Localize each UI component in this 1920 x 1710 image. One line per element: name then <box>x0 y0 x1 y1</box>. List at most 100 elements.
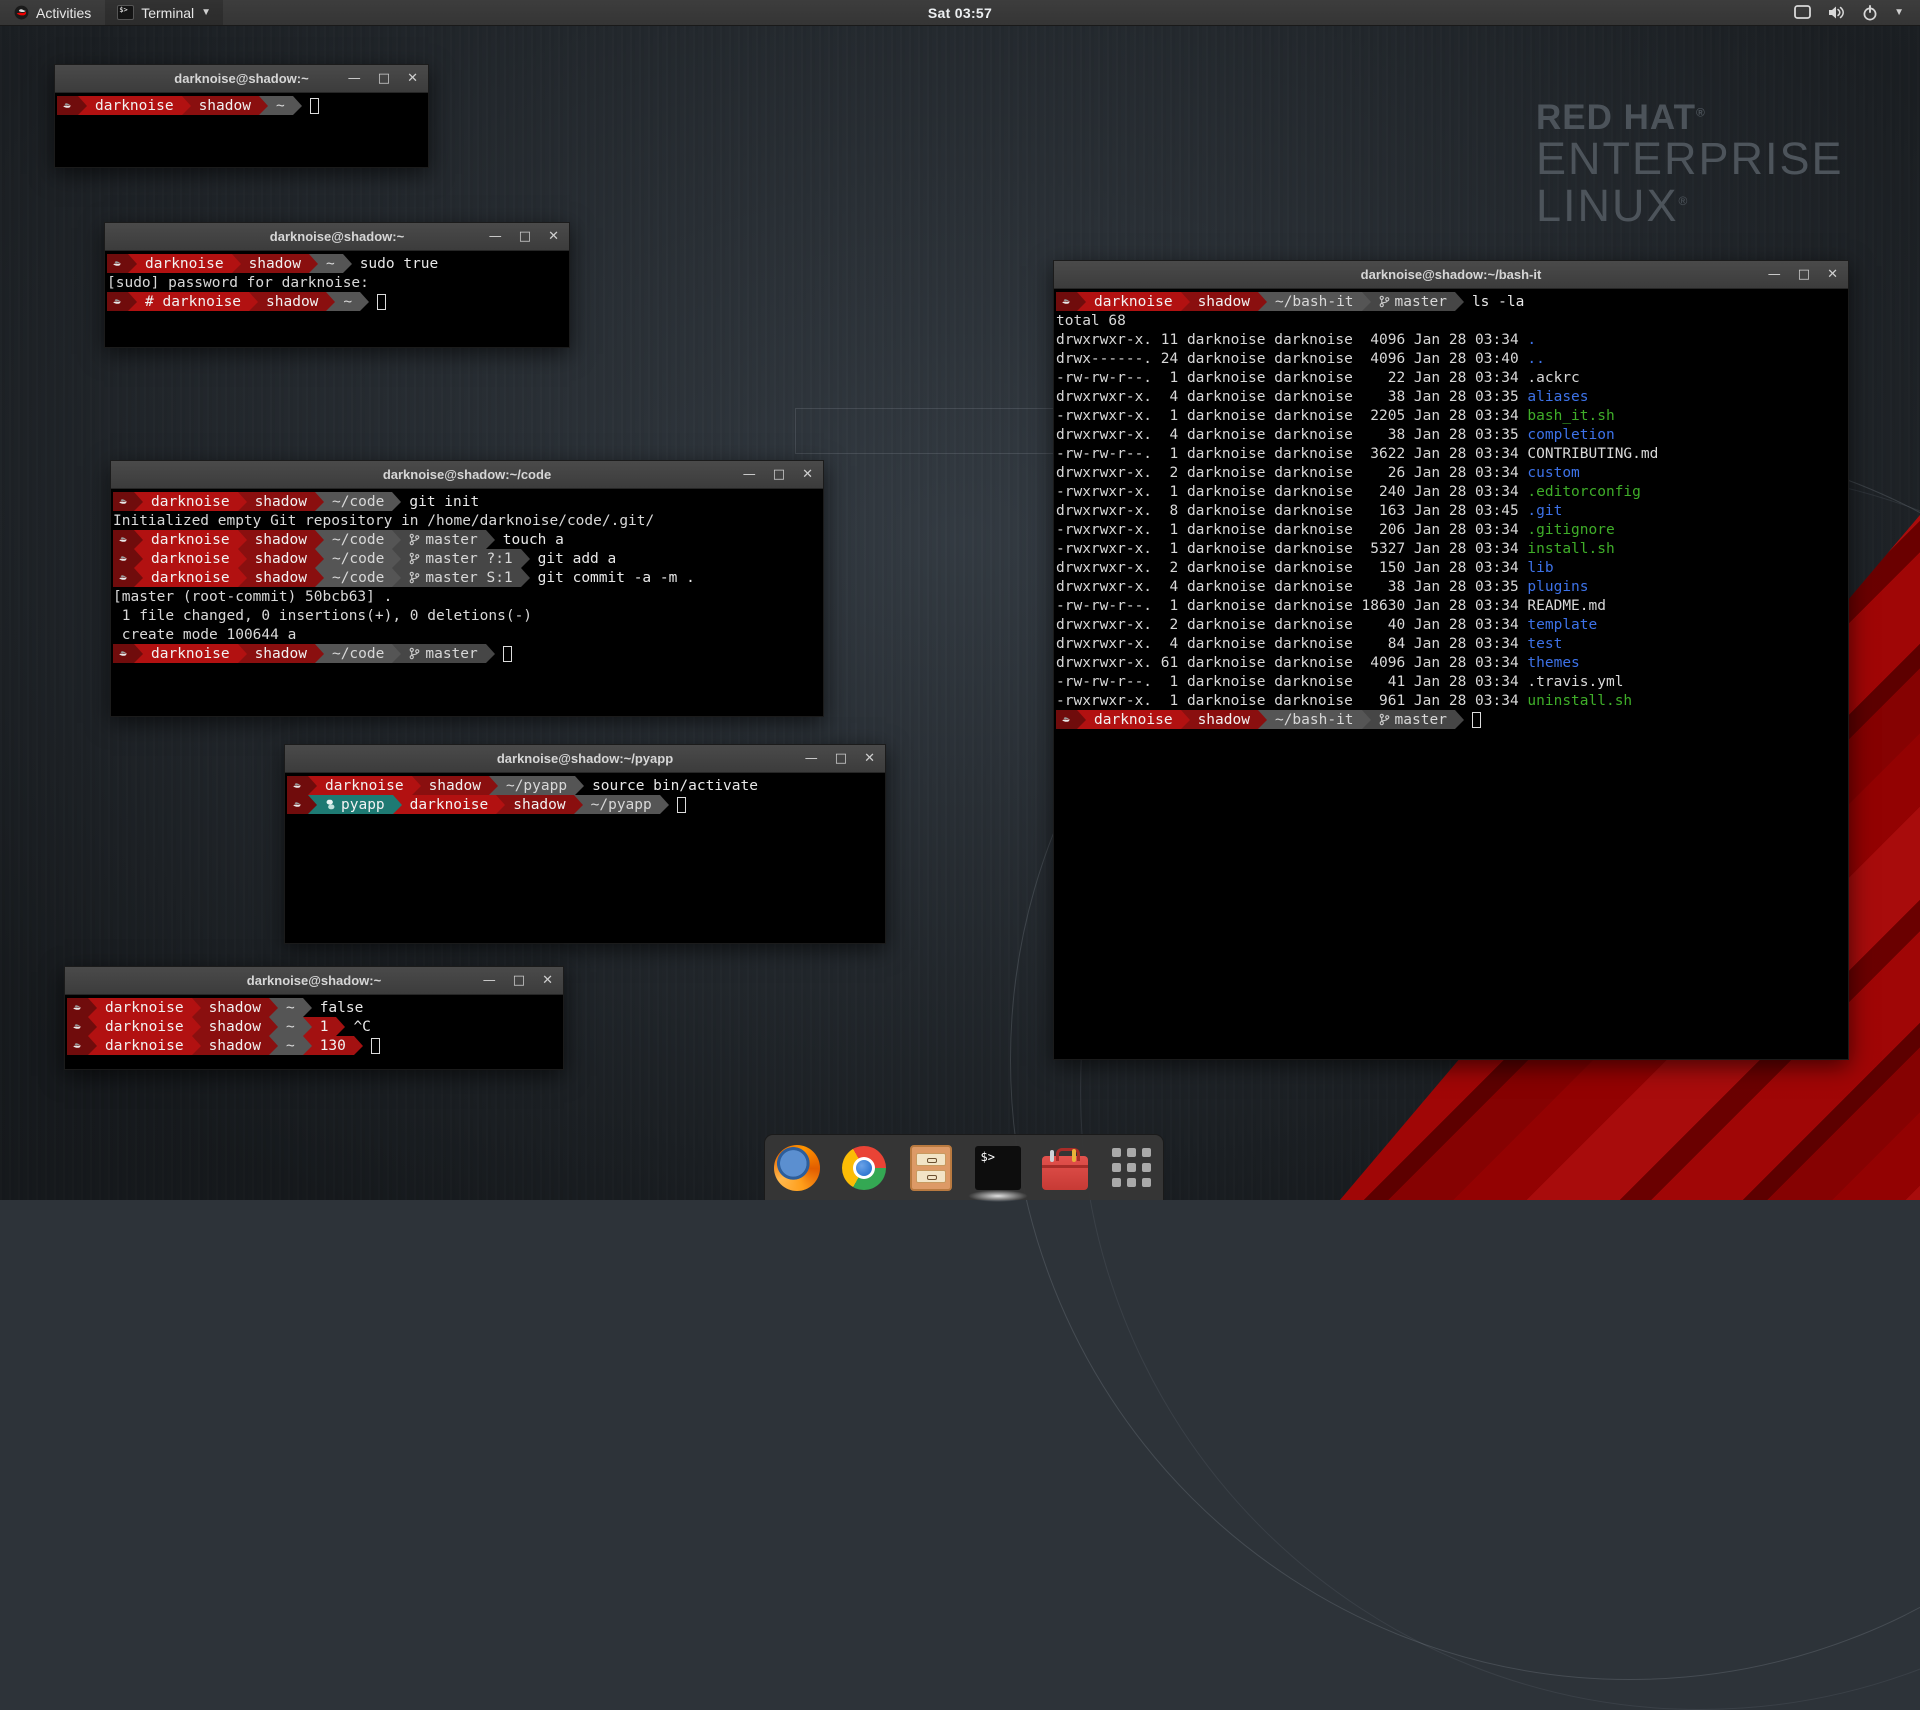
maximize-button[interactable]: □ <box>378 72 390 85</box>
activities-label: Activities <box>36 5 91 21</box>
command-text: git init <box>401 492 479 511</box>
output-text: drwx------. 24 darknoise darknoise 4096 … <box>1056 349 1527 368</box>
powerline-separator <box>308 776 317 795</box>
output-text: [master (root-commit) 50bcb63] . <box>113 587 392 606</box>
minimize-button[interactable]: — <box>1768 268 1781 281</box>
prompt-segment-host: shadow <box>421 776 489 795</box>
maximize-button[interactable]: □ <box>513 974 525 987</box>
maximize-button[interactable]: □ <box>773 468 785 481</box>
window-titlebar[interactable]: darknoise@shadow:~/code — □ ✕ <box>111 461 823 489</box>
powerline-separator <box>360 292 369 311</box>
minimize-button[interactable]: — <box>348 72 361 85</box>
terminal-cursor <box>503 646 512 662</box>
terminal-content[interactable]: darknoiseshadow~sudo true[sudo] password… <box>105 251 569 347</box>
focused-app-menu[interactable]: $> Terminal ▼ <box>105 0 223 25</box>
prompt-segment-user: darknoise <box>143 492 238 511</box>
minimize-button[interactable]: — <box>743 468 756 481</box>
window-title: darknoise@shadow:~/code <box>383 467 551 482</box>
power-icon <box>1862 5 1878 21</box>
terminal-content[interactable]: darknoiseshadow~/pyappsource bin/activat… <box>285 773 885 943</box>
powerline-separator <box>238 492 247 511</box>
prompt-segment-path: ~/bash-it <box>1267 710 1362 729</box>
terminal-window-home-2: darknoise@shadow:~ — □ ✕ darknoiseshadow… <box>64 966 564 1070</box>
powerline-separator <box>392 530 401 549</box>
toolbox-icon[interactable] <box>1041 1144 1089 1192</box>
powerline-separator <box>343 254 352 273</box>
maximize-button[interactable]: □ <box>519 230 531 243</box>
prompt-segment-host: shadow <box>505 795 573 814</box>
maximize-button[interactable]: □ <box>1798 268 1810 281</box>
terminal-content[interactable]: darknoiseshadow~/bash-itmasterls -latota… <box>1054 289 1848 1059</box>
terminal-content[interactable]: darknoiseshadow~ <box>55 93 428 167</box>
prompt-segment-user: darknoise <box>87 96 182 115</box>
window-titlebar[interactable]: darknoise@shadow:~ — □ ✕ <box>55 65 428 93</box>
file-name: CONTRIBUTING.md <box>1527 444 1658 463</box>
window-titlebar[interactable]: darknoise@shadow:~/bash-it — □ ✕ <box>1054 261 1848 289</box>
prompt-segment-user: darknoise <box>402 795 497 814</box>
output-text: -rw-rw-r--. 1 darknoise darknoise 18630 … <box>1056 596 1527 615</box>
file-name: completion <box>1527 425 1614 444</box>
terminal-cursor <box>371 1038 380 1054</box>
files-icon[interactable] <box>907 1144 955 1192</box>
output-line: drwxrwxr-x. 4 darknoise darknoise 38 Jan… <box>1056 387 1848 406</box>
system-status-area[interactable]: ▼ <box>1778 0 1920 25</box>
close-button[interactable]: ✕ <box>407 72 418 85</box>
window-titlebar[interactable]: darknoise@shadow:~ — □ ✕ <box>65 967 563 995</box>
file-name: .travis.yml <box>1527 672 1623 691</box>
powerline-separator <box>575 776 584 795</box>
file-name: .. <box>1527 349 1544 368</box>
top-bar-left: Activities $> Terminal ▼ <box>0 0 223 25</box>
app-grid-icon[interactable] <box>1108 1144 1156 1192</box>
output-text: 1 file changed, 0 insertions(+), 0 delet… <box>113 606 532 625</box>
activities-button[interactable]: Activities <box>0 0 105 25</box>
close-button[interactable]: ✕ <box>1827 268 1838 281</box>
terminal-content[interactable]: darknoiseshadow~falsedarknoiseshadow~1^C… <box>65 995 563 1069</box>
prompt-segment-path: ~/code <box>324 530 392 549</box>
terminal-icon[interactable]: $> <box>974 1144 1022 1192</box>
powerline-separator <box>192 1017 201 1036</box>
prompt-segment-user: darknoise <box>97 1017 192 1036</box>
rhel-logo: RED HAT® ENTERPRISE LINUX® <box>1536 100 1844 230</box>
close-button[interactable]: ✕ <box>542 974 553 987</box>
close-button[interactable]: ✕ <box>802 468 813 481</box>
window-titlebar[interactable]: darknoise@shadow:~/pyapp — □ ✕ <box>285 745 885 773</box>
prompt-segment-user: darknoise <box>1086 710 1181 729</box>
output-line: -rw-rw-r--. 1 darknoise darknoise 22 Jan… <box>1056 368 1848 387</box>
powerline-separator <box>134 492 143 511</box>
prompt-segment-host: shadow <box>247 644 315 663</box>
chrome-icon[interactable] <box>840 1144 888 1192</box>
powerline-separator <box>308 795 317 814</box>
clock[interactable]: Sat 03:57 <box>0 5 1920 21</box>
redhat-prompt-icon <box>117 553 129 564</box>
powerline-separator <box>238 644 247 663</box>
prompt-segment-path: ~ <box>318 254 343 273</box>
prompt-line: darknoiseshadow~130 <box>67 1036 563 1055</box>
close-button[interactable]: ✕ <box>864 752 875 765</box>
prompt-segment-hat <box>287 776 308 795</box>
window-buttons: — □ ✕ <box>348 65 418 92</box>
prompt-segment-host: shadow <box>247 492 315 511</box>
output-text: -rwxrwxr-x. 1 darknoise darknoise 5327 J… <box>1056 539 1527 558</box>
minimize-button[interactable]: — <box>483 974 496 987</box>
output-text: drwxrwxr-x. 2 darknoise darknoise 40 Jan… <box>1056 615 1527 634</box>
minimize-button[interactable]: — <box>805 752 818 765</box>
output-text: -rwxrwxr-x. 1 darknoise darknoise 961 Ja… <box>1056 691 1527 710</box>
firefox-icon[interactable] <box>773 1144 821 1192</box>
minimize-button[interactable]: — <box>489 230 502 243</box>
prompt-line: # darknoiseshadow~ <box>107 292 569 311</box>
powerline-separator <box>269 1017 278 1036</box>
terminal-cursor <box>677 797 686 813</box>
command-text: touch a <box>495 530 564 549</box>
redhat-prompt-icon <box>1060 296 1072 307</box>
powerline-separator <box>1181 292 1190 311</box>
window-titlebar[interactable]: darknoise@shadow:~ — □ ✕ <box>105 223 569 251</box>
terminal-content[interactable]: darknoiseshadow~/codegit initInitialized… <box>111 489 823 716</box>
output-text: -rw-rw-r--. 1 darknoise darknoise 3622 J… <box>1056 444 1527 463</box>
close-button[interactable]: ✕ <box>548 230 559 243</box>
maximize-button[interactable]: □ <box>835 752 847 765</box>
powerline-separator <box>496 795 505 814</box>
powerline-separator <box>660 795 669 814</box>
file-name: test <box>1527 634 1562 653</box>
redhat-prompt-icon <box>71 1040 83 1051</box>
prompt-segment-path: ~/code <box>324 549 392 568</box>
